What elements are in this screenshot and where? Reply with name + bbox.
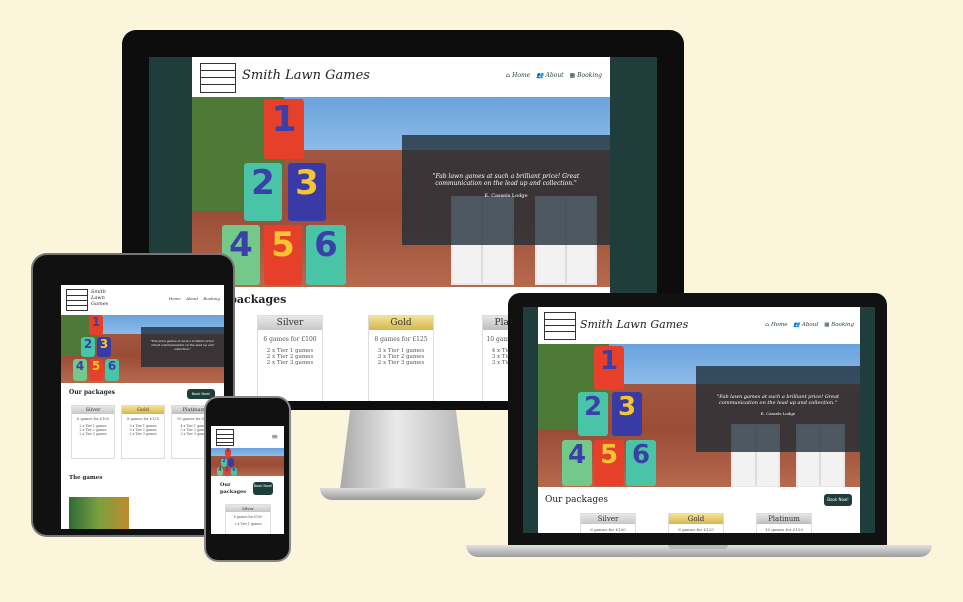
tablet-nav-about[interactable]: About [186,296,198,301]
phone-logo-icon[interactable] [216,429,234,446]
tablet-navbar: Smith Lawn Games Home About Booking [61,285,224,316]
laptop-quote: "Fab lawn games at such a brilliant pric… [696,366,860,452]
laptop-brand[interactable]: Smith Lawn Games [580,318,688,331]
hamburger-icon[interactable]: ≡ [271,432,278,441]
desktop-nav: ⌂ Home 👥 About ▦ Booking [502,72,602,79]
phone-pkg-silver[interactable]: Silver 6 games for £100 2 x Tier 1 games [225,504,271,534]
tablet-device: Smith Lawn Games Home About Booking 1 2 … [33,255,233,535]
laptop-lid: Smith Lawn Games ⌂ Home 👥 About ▦ Bookin… [508,293,887,545]
laptop-logo-icon[interactable] [544,312,576,340]
laptop-pkg-gold[interactable]: Gold 8 games for £125 [668,513,724,533]
tablet-brand[interactable]: Smith Lawn Games [91,289,121,307]
desktop-pkg-gold[interactable]: Gold 8 games for £125 3 x Tier 1 games 3… [368,315,434,401]
tablet-hero: 1 2 3 4 5 6 "Fab lawn games at such a br… [61,315,224,383]
phone-hero: 1 2 3 4 5 6 [211,448,284,476]
laptop-pkg-platinum[interactable]: Platinum 10 games for £150 [756,513,812,533]
brand-name[interactable]: Smith Lawn Games [242,68,370,83]
tablet-packages-title: Our packages [69,389,116,396]
monitor-neck [340,410,466,490]
tablet-game-image [69,497,129,529]
tablet-book-button[interactable]: Book Now! [187,389,215,399]
desktop-navbar: Smith Lawn Games ⌂ Home 👥 About ▦ Bookin… [192,57,610,98]
tablet-games-title: The games [69,475,103,481]
laptop-packages-title: Our packages [545,495,609,505]
tablet-pkg-gold[interactable]: Gold 8 games for £125 3 x Tier 1 games 3… [121,405,165,459]
laptop-navbar: Smith Lawn Games ⌂ Home 👥 About ▦ Bookin… [538,307,860,345]
phone-book-button[interactable]: Book Now! [253,482,273,495]
can-6: 6 [306,225,346,285]
laptop-book-button[interactable]: Book Now! [824,494,852,506]
monitor-base [320,488,486,500]
phone-packages-title: Our packages [220,482,246,495]
laptop-nav-home[interactable]: ⌂ Home [765,322,788,328]
nav-about[interactable]: 👥 About [536,72,563,79]
tablet-quote: "Fab lawn games at such a brilliant pric… [141,327,224,367]
tablet-nav-booking[interactable]: Booking [203,296,220,301]
can-3: 3 [288,163,326,221]
phone-screen: ≡ 1 2 3 4 5 6 Our packages Book Now! Sil… [211,426,284,534]
phone-navbar: ≡ [211,426,284,449]
laptop-nav-booking[interactable]: ▦ Booking [824,322,854,328]
desktop-pkg-silver[interactable]: Silver 6 games for £100 2 x Tier 1 games… [257,315,323,401]
nav-booking[interactable]: ▦ Booking [570,72,602,79]
laptop-page: Smith Lawn Games ⌂ Home 👥 About ▦ Bookin… [538,307,860,533]
desktop-hero: 1 2 3 4 5 6 "Fab lawn games at such a br… [192,97,610,287]
tablet-nav-home[interactable]: Home [169,296,181,301]
laptop-nav: ⌂ Home 👥 About ▦ Booking [761,322,854,328]
tablet-logo-icon[interactable] [66,289,88,311]
can-2: 2 [244,163,282,221]
logo-icon[interactable] [200,63,236,93]
can-1: 1 [264,99,304,159]
phone-device: ≡ 1 2 3 4 5 6 Our packages Book Now! Sil… [206,398,289,560]
tablet-pkg-silver[interactable]: Silver 6 games for £100 2 x Tier 1 games… [71,405,115,459]
tablet-screen: Smith Lawn Games Home About Booking 1 2 … [61,285,224,529]
laptop-notch [668,545,728,549]
laptop-nav-about[interactable]: 👥 About [793,322,818,328]
laptop-hero: 1 2 3 4 5 6 "Fab lawn games at such a br… [538,344,860,487]
can-5: 5 [264,225,302,285]
nav-home[interactable]: ⌂ Home [506,72,531,79]
desktop-quote: "Fab lawn games at such a brilliant pric… [402,135,610,245]
tablet-nav: Home About Booking [165,296,220,301]
laptop-pkg-silver[interactable]: Silver 6 games for £100 [580,513,636,533]
laptop-screen: Smith Lawn Games ⌂ Home 👥 About ▦ Bookin… [523,307,875,533]
